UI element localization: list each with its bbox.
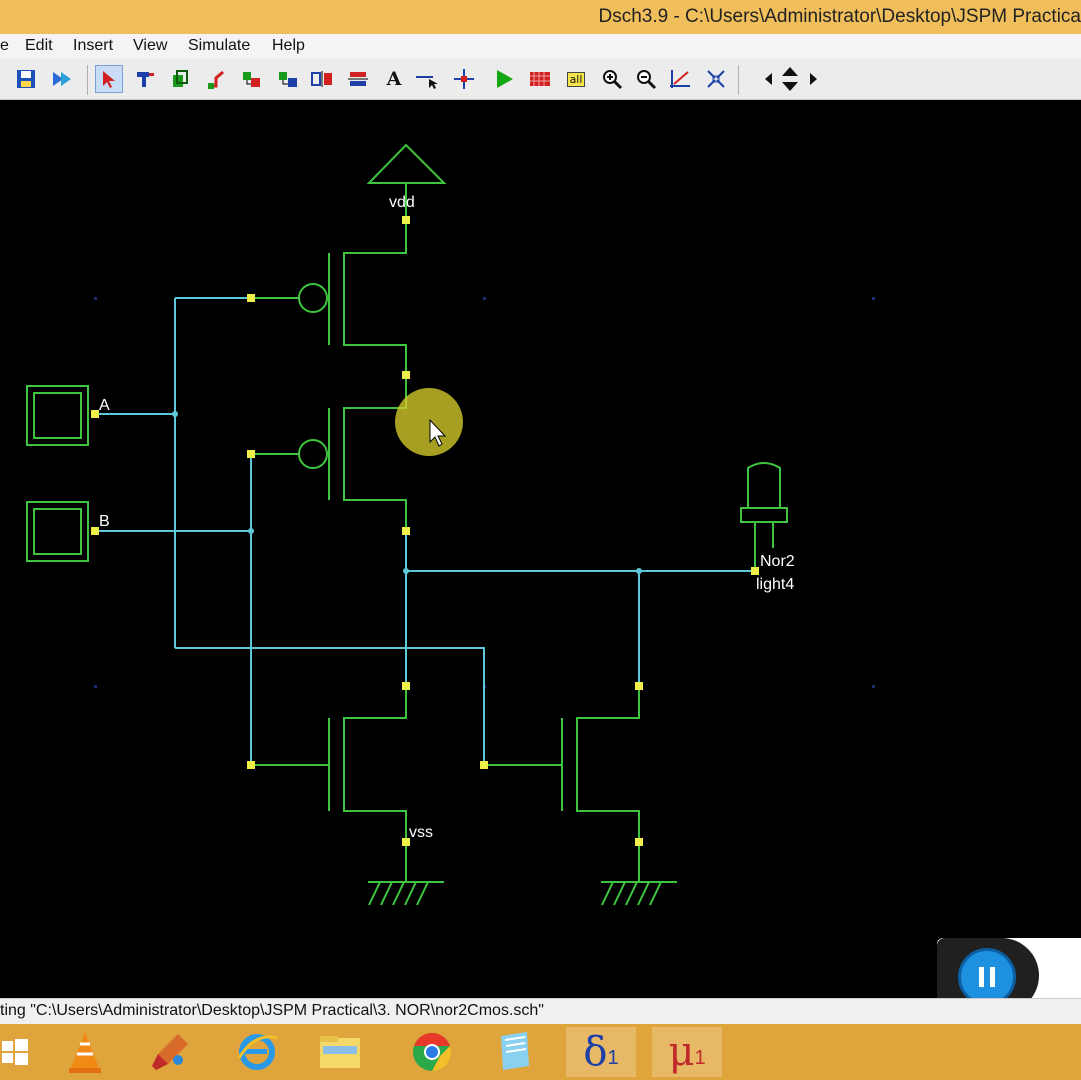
align-icon[interactable] bbox=[344, 65, 372, 93]
input-button-a[interactable] bbox=[26, 385, 89, 446]
microwind-glyph: μ bbox=[668, 1029, 695, 1075]
junction-icon[interactable] bbox=[450, 65, 478, 93]
fit-icon[interactable] bbox=[702, 65, 730, 93]
run-icon[interactable] bbox=[48, 65, 76, 93]
title-bar: Dsch3.9 - C:\Users\Administrator\Desktop… bbox=[0, 0, 1081, 34]
connect-icon[interactable] bbox=[131, 65, 159, 93]
menu-insert[interactable]: Insert bbox=[73, 37, 113, 55]
notepad-icon[interactable] bbox=[478, 1027, 548, 1077]
menu-bar: e Edit Insert View Simulate Help bbox=[0, 34, 1081, 59]
input-button-b[interactable] bbox=[26, 501, 89, 562]
component-icon[interactable] bbox=[166, 65, 194, 93]
windows-start-icon[interactable] bbox=[0, 1027, 30, 1077]
status-text: ting "C:\Users\Administrator\Desktop\JSP… bbox=[0, 1002, 544, 1019]
simulate-play-icon[interactable] bbox=[490, 65, 518, 93]
probe-icon[interactable] bbox=[414, 65, 442, 93]
zoom-in-icon[interactable] bbox=[598, 65, 626, 93]
vdd-label: vdd bbox=[389, 194, 415, 211]
status-bar: ting "C:\Users\Administrator\Desktop\JSP… bbox=[0, 998, 1081, 1024]
schematic-canvas[interactable]: vdd vss A B Nor2 light4 bbox=[0, 100, 1081, 998]
pmos-transistor-1[interactable] bbox=[251, 220, 407, 375]
grid-dots bbox=[94, 297, 875, 688]
measure-icon[interactable] bbox=[666, 65, 694, 93]
all-icon-label: all bbox=[566, 71, 586, 87]
nor2-cmos-schematic: vdd vss A B Nor2 light4 bbox=[26, 143, 875, 906]
menu-simulate[interactable]: Simulate bbox=[188, 37, 250, 55]
vdd-supply-symbol[interactable] bbox=[366, 143, 447, 184]
dsch-icon[interactable]: δ 1 bbox=[566, 1027, 636, 1077]
output-light-label: light4 bbox=[756, 576, 794, 593]
menu-view[interactable]: View bbox=[133, 37, 167, 55]
select-pointer-icon[interactable] bbox=[95, 65, 123, 93]
paint-icon[interactable] bbox=[135, 1027, 205, 1077]
text-icon[interactable]: A bbox=[380, 65, 408, 93]
vlc-icon[interactable] bbox=[50, 1027, 120, 1077]
pmos-icon[interactable] bbox=[308, 65, 336, 93]
file-explorer-icon[interactable] bbox=[305, 1027, 375, 1077]
arrow-right-icon[interactable] bbox=[800, 65, 828, 93]
internet-explorer-icon[interactable] bbox=[222, 1027, 292, 1077]
pmos-transistor-2[interactable] bbox=[251, 375, 407, 531]
toolbar: A all bbox=[0, 59, 1081, 100]
nmos-icon[interactable] bbox=[274, 65, 302, 93]
vss-label: vss bbox=[409, 824, 433, 841]
vss-ground-symbol-2[interactable] bbox=[601, 842, 677, 906]
component-shapes bbox=[26, 143, 788, 906]
chrome-icon[interactable] bbox=[397, 1027, 467, 1077]
dsch-glyph: δ bbox=[583, 1029, 608, 1075]
wires bbox=[95, 297, 755, 765]
input-b-label: B bbox=[99, 513, 110, 530]
mosfet-icon[interactable] bbox=[238, 65, 266, 93]
menu-edit[interactable]: Edit bbox=[25, 37, 53, 55]
window-title: Dsch3.9 - C:\Users\Administrator\Desktop… bbox=[598, 6, 1081, 27]
save-icon[interactable] bbox=[12, 65, 40, 93]
vss-ground-symbol-1[interactable] bbox=[368, 842, 444, 906]
nmos-transistor-1[interactable] bbox=[251, 686, 407, 842]
mouse-cursor-highlight bbox=[395, 388, 463, 456]
timing-icon[interactable] bbox=[526, 65, 554, 93]
all-icon[interactable]: all bbox=[562, 65, 590, 93]
line-icon[interactable] bbox=[202, 65, 230, 93]
menu-file[interactable]: e bbox=[0, 37, 9, 55]
nmos-transistor-2[interactable] bbox=[484, 686, 640, 842]
microwind-suffix: 1 bbox=[694, 1046, 706, 1069]
dsch-suffix: 1 bbox=[607, 1046, 619, 1069]
microwind-icon[interactable]: μ 1 bbox=[652, 1027, 722, 1077]
menu-help[interactable]: Help bbox=[272, 37, 305, 55]
zoom-out-icon[interactable] bbox=[632, 65, 660, 93]
input-a-label: A bbox=[99, 397, 110, 414]
output-name-label: Nor2 bbox=[760, 553, 795, 570]
taskbar: δ 1 μ 1 bbox=[0, 1024, 1081, 1080]
